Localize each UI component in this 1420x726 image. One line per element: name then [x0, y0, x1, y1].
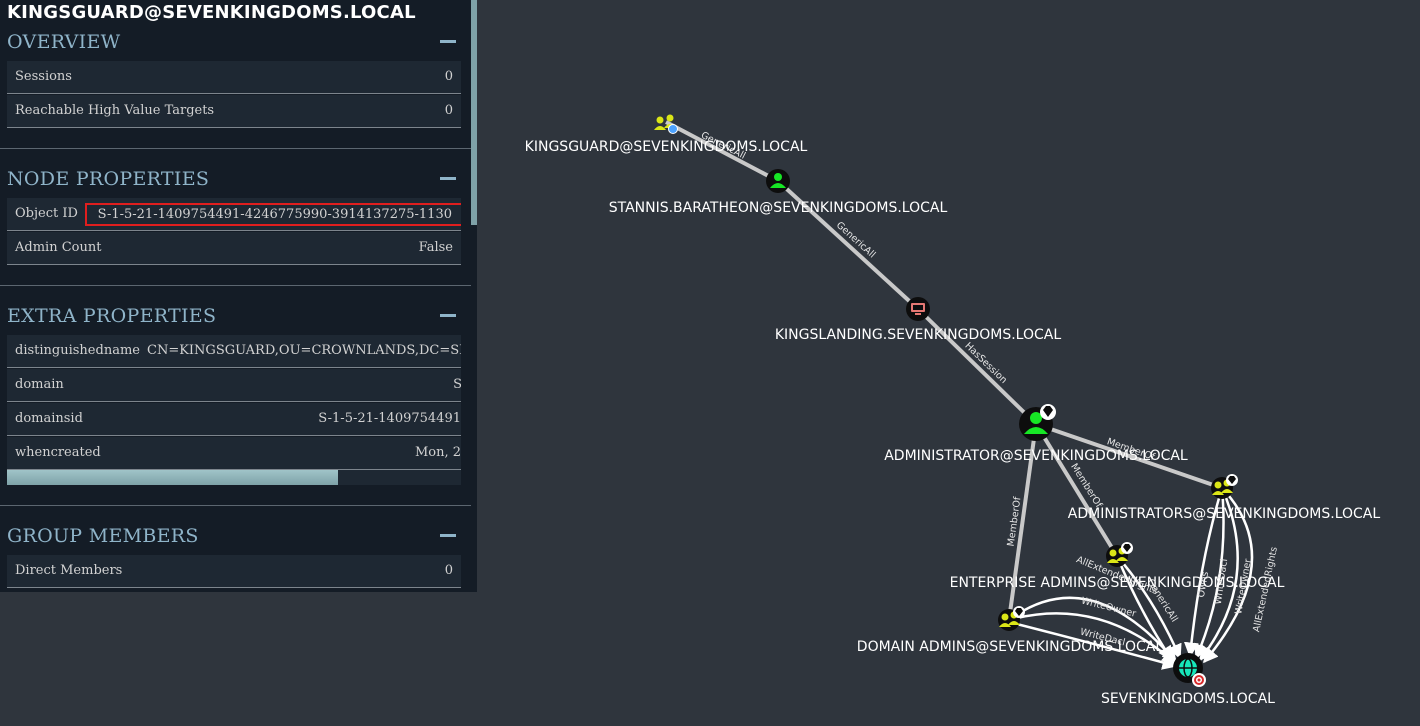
node-label: ENTERPRISE ADMINS@SEVENKINGDOMS.LOCAL — [950, 575, 1285, 591]
section-divider — [0, 285, 471, 286]
node-kingslanding[interactable]: KINGSLANDING.SEVENKINGDOMS.LOCAL — [775, 297, 1062, 343]
row-key: Object ID — [15, 206, 78, 221]
row-key: Admin Count — [15, 240, 102, 255]
owned-badge-icon — [668, 124, 678, 134]
panel-title: KINGSGUARD@SEVENKINGDOMS.LOCAL — [7, 2, 416, 23]
node-properties-row-object-id[interactable]: Object ID S-1-5-21-1409754491-4246775990… — [7, 198, 461, 231]
high-value-diamond-icon — [1040, 404, 1056, 420]
high-value-diamond-icon — [1013, 606, 1025, 618]
node-label: DOMAIN ADMINS@SEVENKINGDOMS.LOCAL — [857, 639, 1164, 655]
globe-icon — [1179, 658, 1197, 678]
node-properties-collapse-button[interactable] — [440, 177, 456, 180]
section-divider — [0, 148, 471, 149]
overview-row-sessions[interactable]: Sessions 0 — [7, 61, 461, 94]
row-value: False — [418, 240, 453, 255]
extra-properties-header[interactable]: EXTRA PROPERTIES — [7, 305, 216, 327]
node-properties-row-admin-count[interactable]: Admin Count False — [7, 232, 461, 265]
row-key: domain — [15, 377, 64, 392]
node-administrators[interactable]: ADMINISTRATORS@SEVENKINGDOMS.LOCAL — [1068, 474, 1381, 522]
row-key: distinguishedname — [15, 343, 140, 358]
node-stannis[interactable]: STANNIS.BARATHEON@SEVENKINGDOMS.LOCAL — [609, 169, 948, 216]
edge-administrator-enterprise-admins[interactable]: MemberOf — [1034, 422, 1119, 558]
node-kingsguard[interactable]: KINGSGUARD@SEVENKINGDOMS.LOCAL — [525, 114, 808, 156]
horizontal-scroll-thumb[interactable] — [7, 470, 338, 485]
row-value: S — [453, 377, 461, 392]
node-label: KINGSGUARD@SEVENKINGDOMS.LOCAL — [525, 139, 808, 155]
node-domain[interactable]: SEVENKINGDOMS.LOCAL — [1101, 653, 1275, 707]
extra-properties-row-whencreated[interactable]: whencreated Mon, 2 — [7, 437, 461, 470]
overview-collapse-button[interactable] — [440, 40, 456, 43]
node-properties-header[interactable]: NODE PROPERTIES — [7, 168, 209, 190]
group-members-header[interactable]: GROUP MEMBERS — [7, 525, 199, 547]
edge-label: HasSession — [962, 340, 1009, 386]
row-value: 0 — [444, 103, 453, 118]
node-label: SEVENKINGDOMS.LOCAL — [1101, 691, 1275, 707]
row-value: Mon, 2 — [414, 445, 461, 460]
row-value: 0 — [444, 563, 453, 578]
node-label: ADMINISTRATORS@SEVENKINGDOMS.LOCAL — [1068, 506, 1381, 522]
row-value: 0 — [444, 69, 453, 84]
row-key: domainsid — [15, 411, 83, 426]
extra-properties-horizontal-scrollbar[interactable] — [7, 470, 461, 485]
extra-properties-collapse-button[interactable] — [440, 314, 456, 317]
group-members-row-direct-members[interactable]: Direct Members 0 — [7, 555, 461, 588]
row-value: CN=KINGSGUARD,OU=CROWNLANDS,DC=SEVE — [147, 343, 461, 358]
section-divider — [0, 505, 471, 506]
node-label: KINGSLANDING.SEVENKINGDOMS.LOCAL — [775, 327, 1062, 343]
row-key: Reachable High Value Targets — [15, 103, 215, 118]
row-key: whencreated — [15, 445, 101, 460]
high-value-diamond-icon — [1226, 474, 1238, 486]
row-value: S-1-5-21-1409754491 — [318, 411, 461, 426]
object-id-value: S-1-5-21-1409754491-4246775990-391413727… — [84, 203, 461, 226]
node-label: ADMINISTRATOR@SEVENKINGDOMS.LOCAL — [884, 448, 1188, 464]
node-label: STANNIS.BARATHEON@SEVENKINGDOMS.LOCAL — [609, 200, 948, 216]
target-icon — [1192, 673, 1206, 687]
group-members-collapse-button[interactable] — [440, 534, 456, 537]
row-key: Sessions — [15, 69, 72, 84]
extra-properties-row-distinguishedname[interactable]: distinguishedname CN=KINGSGUARD,OU=CROWN… — [7, 335, 461, 368]
node-administrator[interactable]: ADMINISTRATOR@SEVENKINGDOMS.LOCAL — [884, 404, 1188, 464]
node-info-panel[interactable]: KINGSGUARD@SEVENKINGDOMS.LOCAL OVERVIEW … — [0, 0, 477, 592]
high-value-diamond-icon — [1121, 542, 1133, 554]
overview-header[interactable]: OVERVIEW — [7, 31, 121, 53]
extra-properties-row-domainsid[interactable]: domainsid S-1-5-21-1409754491 — [7, 403, 461, 436]
overview-row-reachable-hvt[interactable]: Reachable High Value Targets 0 — [7, 95, 461, 128]
panel-scrollbar[interactable] — [471, 0, 477, 225]
extra-properties-row-domain[interactable]: domain S — [7, 369, 461, 402]
row-key: Direct Members — [15, 563, 123, 578]
node-enterprise-admins[interactable]: ENTERPRISE ADMINS@SEVENKINGDOMS.LOCAL — [950, 542, 1285, 591]
